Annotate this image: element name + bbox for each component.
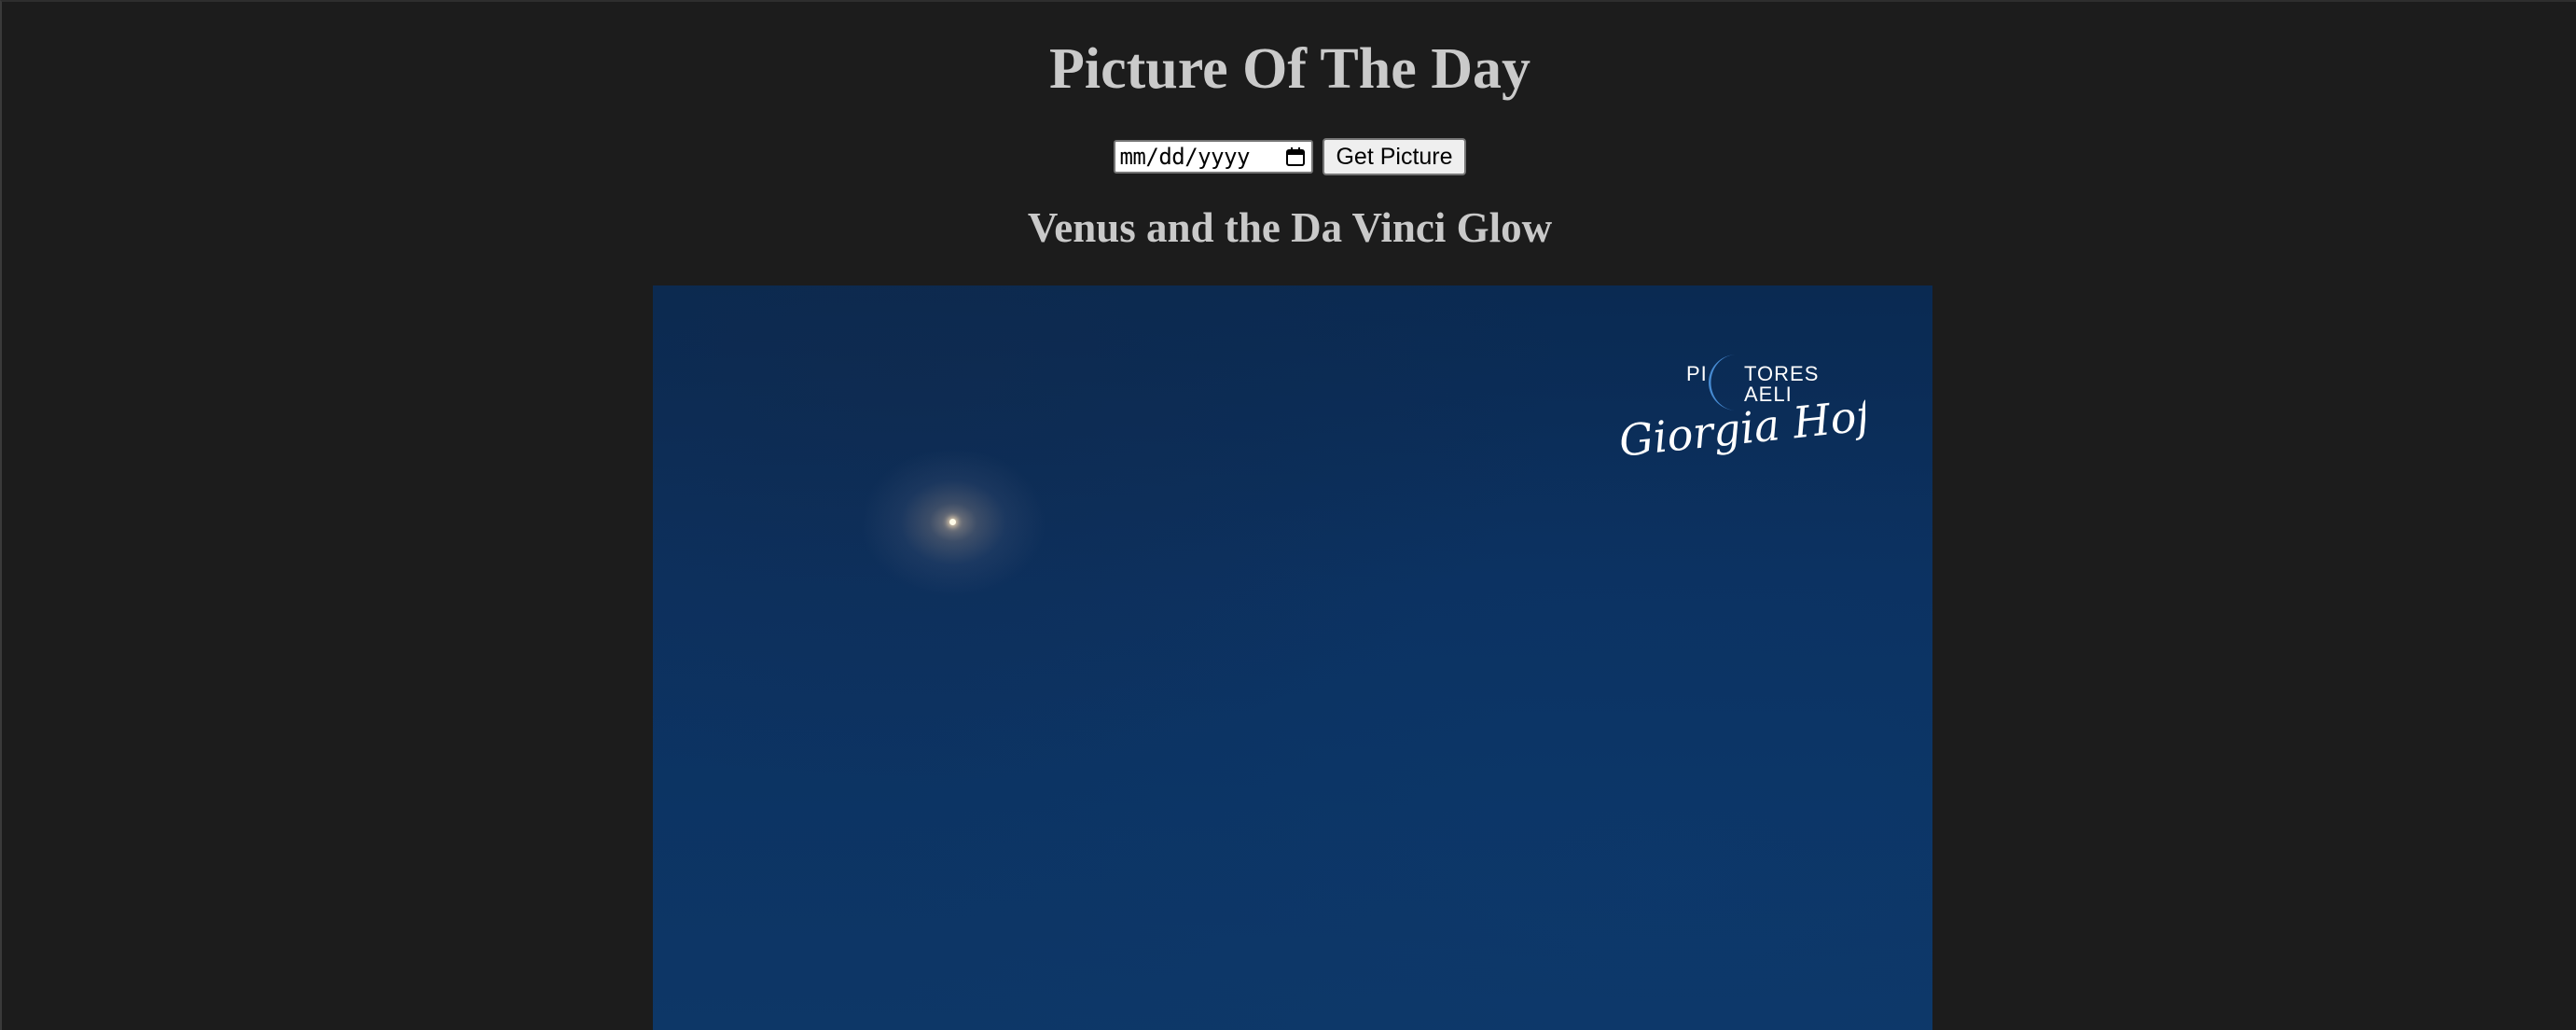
- calendar-icon[interactable]: [1285, 146, 1306, 167]
- venus-point: [949, 519, 956, 525]
- get-picture-button[interactable]: Get Picture: [1323, 138, 1466, 175]
- svg-text:Giorgia Hofer: Giorgia Hofer: [1616, 384, 1865, 466]
- watermark-logo: PI TORES AELI Giorgia Hofer: [1616, 355, 1865, 466]
- calendar-icon-graphic: [1286, 147, 1306, 166]
- astronomy-photo: PI TORES AELI Giorgia Hofer: [653, 285, 1932, 1030]
- photographer-watermark: PI TORES AELI Giorgia Hofer: [1613, 349, 1865, 470]
- date-input[interactable]: mm/dd/yyyy: [1114, 140, 1314, 174]
- date-input-placeholder: mm/dd/yyyy: [1119, 144, 1250, 170]
- page-title: Picture Of The Day: [1048, 37, 1531, 101]
- svg-text:PI: PI: [1686, 362, 1708, 385]
- picture-title: Venus and the Da Vinci Glow: [1027, 204, 1553, 251]
- picture-of-the-day-app: Picture Of The Day mm/dd/yyyy Get Pictur…: [2, 2, 2576, 1030]
- date-controls: mm/dd/yyyy Get Picture: [2, 138, 2576, 175]
